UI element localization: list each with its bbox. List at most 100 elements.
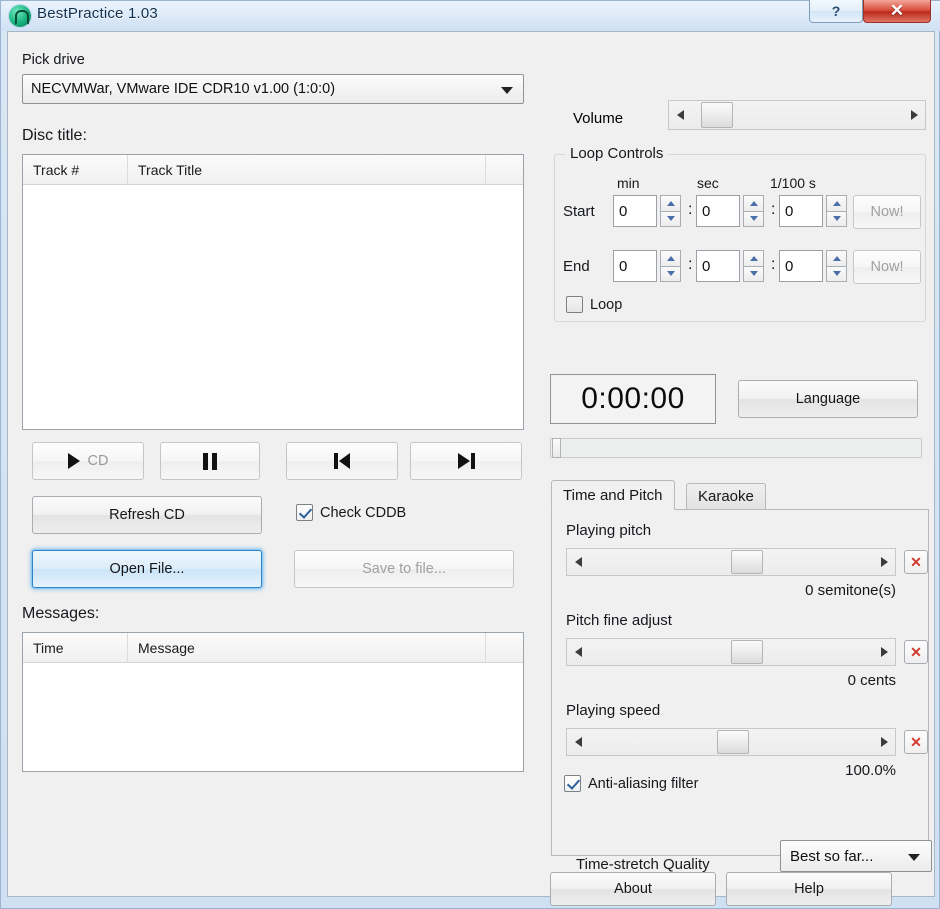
playing-speed-slider[interactable] <box>566 728 896 756</box>
playing-pitch-slider[interactable] <box>566 548 896 576</box>
time-and-pitch-panel: Playing pitch ✕ 0 semitone(s) Pitch fine… <box>551 509 932 873</box>
chevron-down-icon <box>908 854 920 861</box>
pitch-fine-adjust-value: 0 cents <box>847 672 896 689</box>
loop-end-sec-input[interactable] <box>696 250 740 282</box>
volume-increase-arrow-icon[interactable] <box>903 101 925 129</box>
help-button[interactable]: Help <box>726 872 892 906</box>
column-header-message[interactable]: Message <box>128 633 486 663</box>
reset-pitch-fine-adjust-button[interactable]: ✕ <box>904 640 928 664</box>
previous-track-button[interactable] <box>286 442 398 480</box>
loop-checkbox-label: Loop <box>590 296 623 313</box>
seek-thumb[interactable] <box>552 438 561 458</box>
loop-start-sec-input[interactable] <box>696 195 740 227</box>
loop-start-min-input[interactable] <box>613 195 657 227</box>
loop-col-header-min: min <box>617 175 640 191</box>
loop-end-colon-2: : <box>771 256 776 273</box>
pitch-fine-adjust-slider[interactable] <box>566 638 896 666</box>
play-cd-button[interactable]: CD <box>32 442 144 480</box>
pitch-fine-adjust-thumb[interactable] <box>731 640 763 664</box>
tab-time-and-pitch[interactable]: Time and Pitch <box>551 480 675 510</box>
spinner-down-icon <box>743 265 764 282</box>
loop-start-sec-spinner[interactable] <box>696 195 764 227</box>
anti-aliasing-label: Anti-aliasing filter <box>588 775 699 792</box>
track-list[interactable]: Track # Track Title <box>22 154 524 430</box>
loop-end-now-button[interactable]: Now! <box>853 250 921 284</box>
volume-track[interactable] <box>691 101 903 129</box>
speed-decrease-arrow-icon[interactable] <box>567 729 589 755</box>
reset-playing-speed-button[interactable]: ✕ <box>904 730 928 754</box>
playing-pitch-thumb[interactable] <box>731 550 763 574</box>
fine-increase-arrow-icon[interactable] <box>873 639 895 665</box>
loop-start-min-updown[interactable] <box>660 195 681 227</box>
messages-list[interactable]: Time Message <box>22 632 524 772</box>
check-cddb-checkbox[interactable]: Check CDDB <box>296 504 406 521</box>
pitch-decrease-arrow-icon[interactable] <box>567 549 589 575</box>
fine-decrease-arrow-icon[interactable] <box>567 639 589 665</box>
time-stretch-quality-value: Best so far... <box>790 847 874 865</box>
tab-karaoke[interactable]: Karaoke <box>686 483 766 509</box>
save-to-file-button[interactable]: Save to file... <box>294 550 514 588</box>
loop-end-colon-1: : <box>688 256 693 273</box>
pick-drive-label: Pick drive <box>22 52 85 68</box>
pitch-increase-arrow-icon[interactable] <box>873 549 895 575</box>
anti-aliasing-checkbox[interactable]: Anti-aliasing filter <box>564 775 698 792</box>
loop-checkbox[interactable]: Loop <box>566 296 622 313</box>
playing-speed-thumb[interactable] <box>717 730 749 754</box>
drive-select[interactable]: NECVMWar, VMware IDE CDR10 v1.00 (1:0:0) <box>22 74 524 104</box>
pause-button[interactable] <box>160 442 260 480</box>
loop-start-hundredths-spinner[interactable] <box>779 195 847 227</box>
playing-speed-value: 100.0% <box>845 762 896 779</box>
refresh-cd-button[interactable]: Refresh CD <box>32 496 262 534</box>
loop-start-sec-updown[interactable] <box>743 195 764 227</box>
loop-end-min-spinner[interactable] <box>613 250 681 282</box>
column-header-track-number[interactable]: Track # <box>23 155 128 185</box>
about-button[interactable]: About <box>550 872 716 906</box>
titlebar-help-button[interactable]: ? <box>809 0 863 23</box>
messages-label: Messages: <box>22 605 100 622</box>
pitch-fine-adjust-track[interactable] <box>589 639 873 665</box>
loop-end-hundredths-updown[interactable] <box>826 250 847 282</box>
headphones-icon <box>9 5 31 27</box>
loop-end-hundredths-input[interactable] <box>779 250 823 282</box>
loop-start-colon-2: : <box>771 201 776 218</box>
next-track-button[interactable] <box>410 442 522 480</box>
skip-next-icon <box>457 453 475 469</box>
loop-end-sec-spinner[interactable] <box>696 250 764 282</box>
loop-start-min-spinner[interactable] <box>613 195 681 227</box>
window-title: BestPractice 1.03 <box>37 5 158 22</box>
loop-start-hundredths-updown[interactable] <box>826 195 847 227</box>
language-button[interactable]: Language <box>738 380 918 418</box>
spinner-up-icon <box>826 195 847 211</box>
volume-decrease-arrow-icon[interactable] <box>669 101 691 129</box>
speed-increase-arrow-icon[interactable] <box>873 729 895 755</box>
messages-list-body <box>23 663 523 771</box>
track-list-header: Track # Track Title <box>23 155 523 185</box>
playing-pitch-track[interactable] <box>589 549 873 575</box>
play-icon <box>67 453 80 469</box>
loop-start-hundredths-input[interactable] <box>779 195 823 227</box>
reset-playing-pitch-button[interactable]: ✕ <box>904 550 928 574</box>
open-file-button[interactable]: Open File... <box>32 550 262 588</box>
spinner-up-icon <box>660 195 681 211</box>
loop-end-min-updown[interactable] <box>660 250 681 282</box>
playing-speed-track[interactable] <box>589 729 873 755</box>
time-stretch-quality-select[interactable]: Best so far... <box>780 840 932 872</box>
loop-end-hundredths-spinner[interactable] <box>779 250 847 282</box>
titlebar-close-button[interactable]: ✕ <box>863 0 931 23</box>
loop-start-now-button[interactable]: Now! <box>853 195 921 229</box>
title-bar: BestPractice 1.03 ? ✕ <box>1 0 940 31</box>
volume-slider[interactable] <box>668 100 926 130</box>
loop-col-header-hundredths: 1/100 s <box>770 175 816 191</box>
client-area: Pick drive NECVMWar, VMware IDE CDR10 v1… <box>7 31 935 906</box>
volume-thumb[interactable] <box>701 102 733 128</box>
checkbox-empty-icon <box>566 296 583 313</box>
loop-end-sec-updown[interactable] <box>743 250 764 282</box>
loop-end-min-input[interactable] <box>613 250 657 282</box>
column-header-time[interactable]: Time <box>23 633 128 663</box>
loop-start-colon-1: : <box>688 201 693 218</box>
seek-slider[interactable] <box>550 438 922 458</box>
app-window: BestPractice 1.03 ? ✕ Pick drive NECVMWa… <box>0 0 940 909</box>
column-header-track-title[interactable]: Track Title <box>128 155 486 185</box>
question-mark-icon: ? <box>831 3 841 19</box>
loop-col-header-sec: sec <box>697 175 719 191</box>
